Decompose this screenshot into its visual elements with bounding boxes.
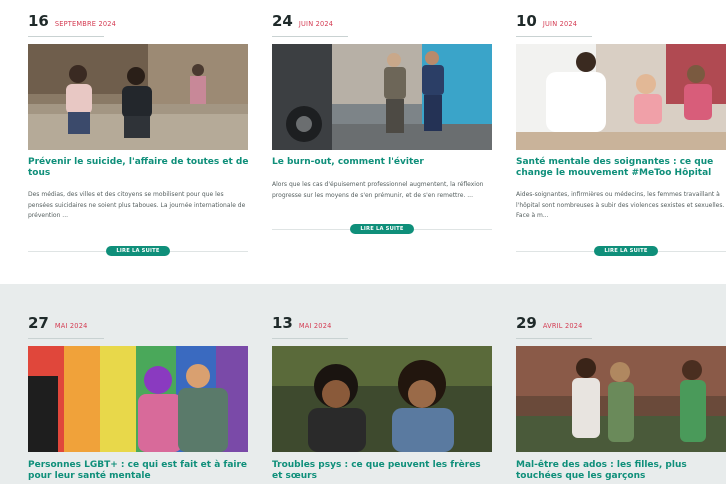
- date-underline: [28, 36, 104, 37]
- article-date: 24 JUIN 2024: [272, 12, 494, 30]
- article-day: 29: [516, 314, 537, 332]
- date-underline: [272, 36, 348, 37]
- article-excerpt: Des médias, des villes et des citoyens s…: [28, 191, 246, 219]
- article-image[interactable]: [272, 346, 492, 452]
- read-more-button[interactable]: LIRE LA SUITE: [594, 246, 658, 256]
- article-day: 24: [272, 12, 293, 30]
- article-month: MAI 2024: [54, 322, 88, 330]
- article-image[interactable]: [272, 44, 492, 150]
- article-day: 13: [272, 314, 293, 332]
- date-underline: [28, 338, 104, 339]
- article-excerpt: Alors que les cas d'épuisement professio…: [272, 181, 484, 199]
- article-title[interactable]: Le burn-out, comment l'éviter: [272, 157, 494, 168]
- read-more-button[interactable]: LIRE LA SUITE: [106, 246, 170, 256]
- article-card: 24 JUIN 2024: [272, 12, 494, 37]
- article-month: JUIN 2024: [542, 20, 578, 28]
- article-month: JUIN 2024: [298, 20, 334, 28]
- article-title[interactable]: Prévenir le suicide, l'affaire de toutes…: [28, 157, 250, 179]
- article-date: 10 JUIN 2024: [516, 12, 726, 30]
- article-image[interactable]: [28, 346, 248, 452]
- date-underline: [516, 36, 592, 37]
- article-title[interactable]: Personnes LGBT+ : ce qui est fait et à f…: [28, 460, 250, 482]
- article-card: 29 AVRIL 2024: [516, 314, 726, 339]
- article-month: SEPTEMBRE 2024: [54, 20, 117, 28]
- article-card: 13 MAI 2024: [272, 314, 494, 339]
- date-underline: [516, 338, 592, 339]
- article-title[interactable]: Mal-être des ados : les filles, plus tou…: [516, 460, 726, 482]
- article-month: MAI 2024: [298, 322, 332, 330]
- read-more-button[interactable]: LIRE LA SUITE: [350, 224, 414, 234]
- article-excerpt: Aides-soignantes, infirmières ou médecin…: [516, 191, 725, 219]
- article-day: 27: [28, 314, 49, 332]
- date-underline: [272, 338, 348, 339]
- article-card: 10 JUIN 2024: [516, 12, 726, 37]
- article-title[interactable]: Troubles psys : ce que peuvent les frère…: [272, 460, 494, 482]
- article-month: AVRIL 2024: [542, 322, 583, 330]
- article-date: 16 SEPTEMBRE 2024: [28, 12, 250, 30]
- article-day: 16: [28, 12, 49, 30]
- article-date: 27 MAI 2024: [28, 314, 250, 332]
- article-card: 16 SEPTEMBRE 2024: [28, 12, 250, 37]
- article-card: 27 MAI 2024: [28, 314, 250, 339]
- article-image[interactable]: [516, 346, 726, 452]
- article-image[interactable]: [28, 44, 248, 150]
- article-title[interactable]: Santé mentale des soignantes : ce que ch…: [516, 157, 726, 179]
- article-image[interactable]: [516, 44, 726, 150]
- article-day: 10: [516, 12, 537, 30]
- article-date: 13 MAI 2024: [272, 314, 494, 332]
- article-date: 29 AVRIL 2024: [516, 314, 726, 332]
